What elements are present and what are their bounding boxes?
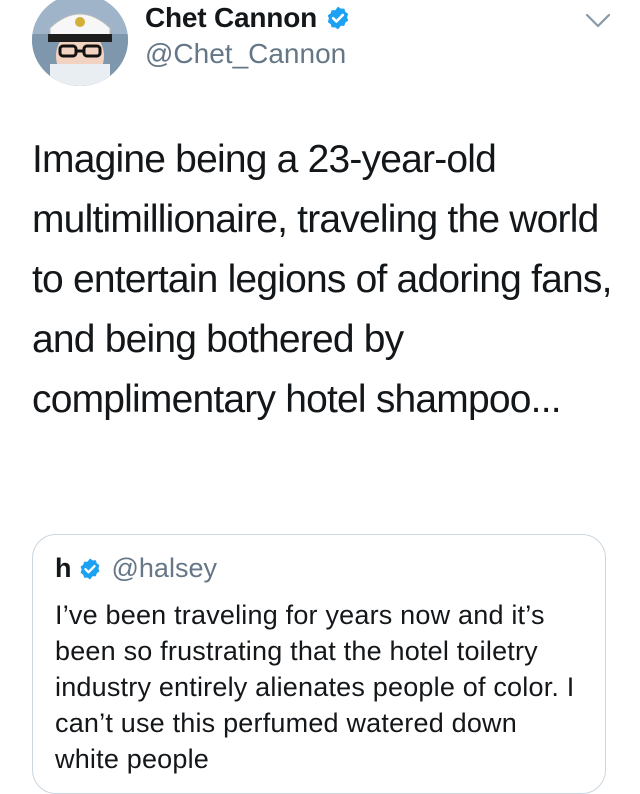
avatar[interactable] <box>32 0 128 86</box>
author-name[interactable]: Chet Cannon <box>145 2 317 34</box>
quoted-author-row: h @halsey <box>55 553 217 584</box>
verified-badge-icon <box>78 557 102 581</box>
chevron-down-icon[interactable] <box>584 8 612 32</box>
author-row: Chet Cannon <box>145 2 351 34</box>
quoted-author-handle: @halsey <box>111 553 217 583</box>
quoted-tweet[interactable]: h @halsey I’ve been traveling for years … <box>32 534 606 794</box>
author-handle[interactable]: @Chet_Cannon <box>145 38 346 70</box>
quoted-author-name: h <box>55 553 72 583</box>
tweet-text: Imagine being a 23-year-old multimillion… <box>32 138 612 421</box>
tweet: Chet Cannon @Chet_Cannon Imagine being a… <box>0 0 640 794</box>
verified-badge-icon <box>325 5 351 31</box>
quoted-tweet-text: I’ve been traveling for years now and it… <box>55 600 575 774</box>
